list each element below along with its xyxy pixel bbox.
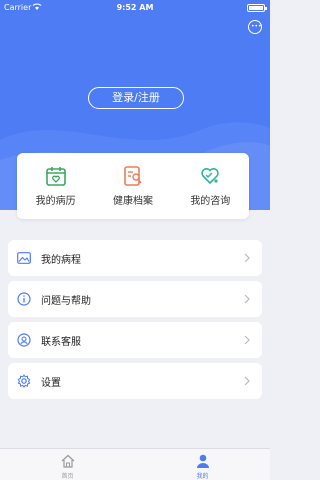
- image-icon: [16, 250, 32, 266]
- my-consult-button[interactable]: 我的咨询: [172, 153, 249, 219]
- stethoscope-heart-icon: [201, 168, 220, 185]
- tab-home[interactable]: 首页: [0, 449, 135, 480]
- message-icon[interactable]: •••: [248, 20, 262, 34]
- tab-label: 首页: [61, 473, 74, 480]
- menu-item-help[interactable]: 问题与帮助: [8, 281, 262, 317]
- bottom-tab-bar: 首页 我的: [0, 448, 270, 480]
- menu-item-label: 问题与帮助: [41, 295, 91, 307]
- status-bar: Carrier 9:52 AM: [0, 0, 270, 16]
- status-time: 9:52 AM: [116, 3, 154, 12]
- menu-item-course[interactable]: 我的病程: [8, 240, 262, 276]
- menu-item-settings[interactable]: 设置: [8, 363, 262, 399]
- menu-item-label: 设置: [41, 377, 61, 389]
- chevron-right-icon: [244, 253, 250, 263]
- home-icon: [61, 454, 74, 468]
- battery-icon: [247, 4, 267, 12]
- my-consult-label: 我的咨询: [190, 196, 231, 207]
- calendar-heart-icon: [45, 167, 66, 186]
- health-file-label: 健康档案: [112, 196, 153, 207]
- customer-service-icon: [16, 332, 32, 348]
- health-file-button[interactable]: 健康档案: [94, 153, 171, 219]
- my-records-label: 我的病历: [35, 196, 76, 207]
- tab-label: 我的: [196, 473, 209, 480]
- menu-item-label: 联系客服: [41, 336, 81, 348]
- chevron-right-icon: [244, 294, 250, 304]
- health-file-icon: [124, 166, 142, 186]
- quick-actions-card: 我的病历 健康档案 我的咨询: [17, 153, 249, 219]
- gear-icon: [16, 373, 32, 389]
- tab-mine[interactable]: 我的: [135, 449, 270, 480]
- menu-item-label: 我的病程: [41, 254, 81, 266]
- user-icon: [196, 454, 209, 468]
- login-register-button[interactable]: 登录/注册: [88, 87, 184, 109]
- chevron-right-icon: [244, 335, 250, 345]
- menu-list: 我的病程 问题与帮助 联系客服 设置: [8, 240, 262, 404]
- chevron-right-icon: [244, 376, 250, 386]
- menu-item-customer-service[interactable]: 联系客服: [8, 322, 262, 358]
- info-icon: [16, 291, 32, 307]
- my-records-button[interactable]: 我的病历: [17, 153, 94, 219]
